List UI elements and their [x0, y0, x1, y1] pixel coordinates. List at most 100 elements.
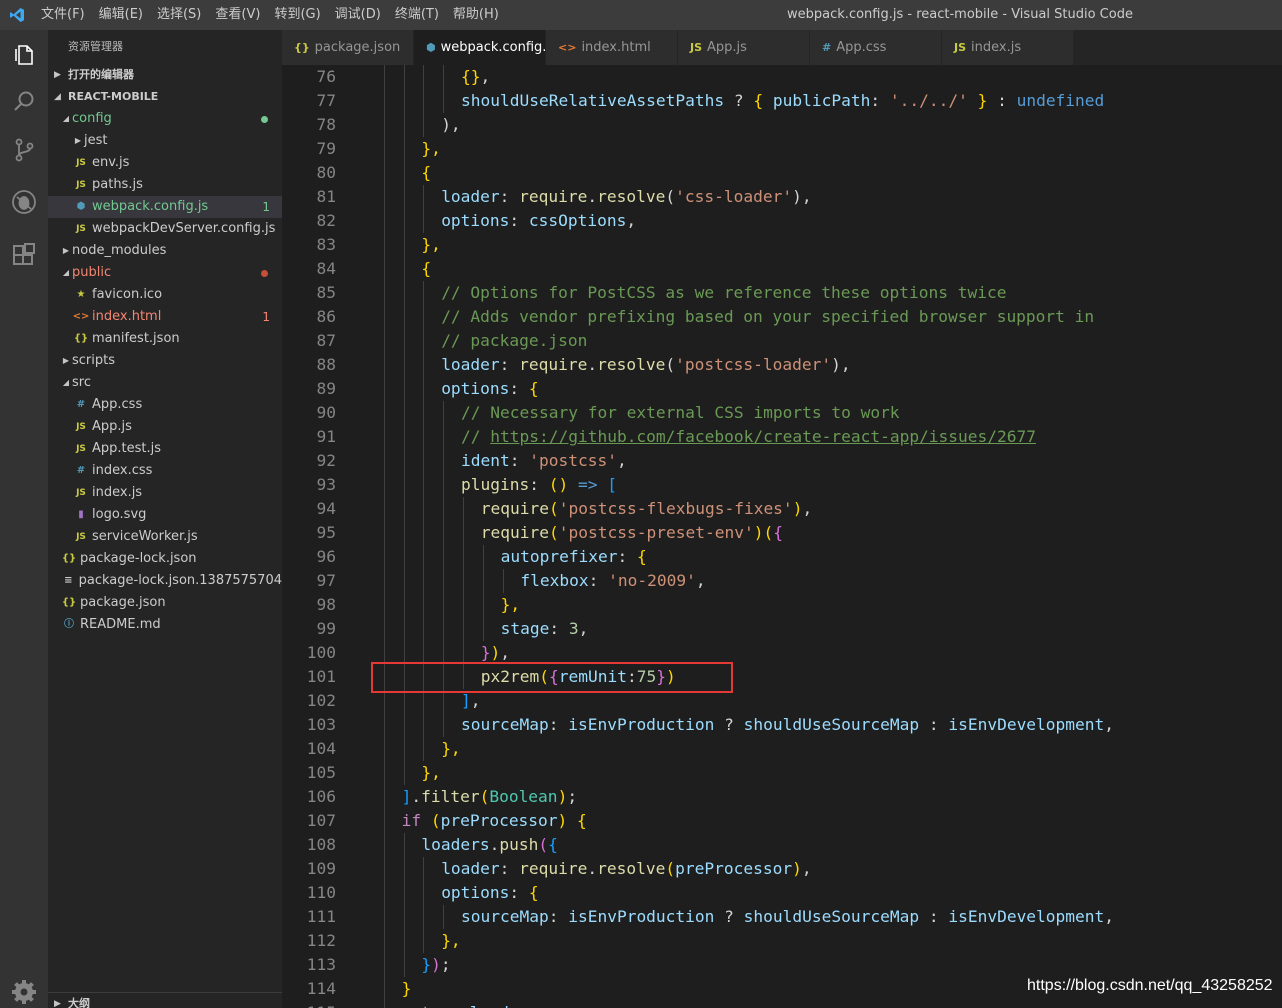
indent-guide	[383, 977, 385, 1001]
menu-item[interactable]: 文件(F)	[34, 0, 92, 30]
indent-guide	[383, 209, 385, 233]
tab-index-html[interactable]: <> index.html	[546, 30, 678, 65]
debug-icon[interactable]	[0, 178, 48, 226]
tree-item[interactable]: ◢ public	[48, 262, 282, 284]
extensions-icon[interactable]	[0, 230, 48, 278]
menu-item[interactable]: 选择(S)	[150, 0, 208, 30]
indent-guide	[423, 473, 425, 497]
indent-guide	[383, 473, 385, 497]
indent-guide	[383, 737, 385, 761]
javascript-file-icon: JS	[76, 488, 86, 498]
code-token: (	[479, 787, 490, 806]
tree-item[interactable]: ⓘ README.md	[48, 614, 282, 636]
code-token: (	[665, 187, 676, 206]
tree-item[interactable]: {} package-lock.json	[48, 548, 282, 570]
code-token: stage	[500, 619, 550, 638]
indent-guide	[403, 497, 405, 521]
line-number: 114	[306, 979, 336, 998]
code-token: push	[499, 835, 539, 854]
tree-item[interactable]: ▶ node_modules	[48, 240, 282, 262]
tree-item[interactable]: JS App.test.js	[48, 438, 282, 460]
indent-guide	[383, 521, 385, 545]
outline-section[interactable]: ▶ 大纲	[48, 992, 282, 1008]
tree-item[interactable]: ★ favicon.ico	[48, 284, 282, 306]
line-number: 96	[316, 547, 337, 566]
tree-item[interactable]: ▶ jest	[48, 130, 282, 152]
menu-item[interactable]: 编辑(E)	[92, 0, 150, 30]
tree-item[interactable]: ▶ scripts	[48, 350, 282, 372]
tree-item[interactable]: ▮ logo.svg	[48, 504, 282, 526]
code-token: loader	[441, 187, 500, 206]
tab-App-css[interactable]: # App.css	[810, 30, 942, 65]
menu-item[interactable]: 转到(G)	[267, 0, 327, 30]
tab-label: App.css	[836, 40, 887, 55]
code-token: :	[588, 571, 609, 590]
tree-item[interactable]: JS App.js	[48, 416, 282, 438]
tree-item[interactable]: JS serviceWorker.js	[48, 526, 282, 548]
code-line: 84 {	[282, 257, 1282, 281]
text-file-icon: ≡	[64, 575, 73, 586]
tree-item[interactable]: JS paths.js	[48, 174, 282, 196]
tree-item[interactable]: {} package.json	[48, 592, 282, 614]
tab-package-json[interactable]: {} package.json	[282, 30, 414, 65]
tree-item[interactable]: JS index.js	[48, 482, 282, 504]
tab-App-js[interactable]: JS App.js	[678, 30, 810, 65]
tree-item[interactable]: ⬢ webpack.config.js 1	[48, 196, 282, 218]
line-number: 78	[316, 115, 337, 134]
tree-item-label: App.css	[92, 397, 143, 412]
menu-item[interactable]: 调试(D)	[328, 0, 388, 30]
open-editors-section[interactable]: ▶ 打开的编辑器	[48, 64, 282, 86]
code-line: 76 {},	[282, 65, 1282, 89]
code-token: {	[421, 163, 432, 182]
code-text: // package.json	[441, 329, 587, 353]
tree-item-label: package-lock.json	[80, 551, 197, 566]
indent-guide	[423, 929, 425, 953]
source-control-icon[interactable]	[0, 126, 48, 174]
search-icon[interactable]	[0, 78, 48, 126]
line-number: 79	[316, 139, 337, 158]
tree-item-label: App.test.js	[92, 441, 162, 456]
tree-item[interactable]: JS env.js	[48, 152, 282, 174]
code-text: },	[421, 761, 441, 785]
code-text: plugins: () => [	[461, 473, 617, 497]
settings-gear-icon[interactable]	[0, 968, 48, 1008]
code-line: 83},	[282, 233, 1282, 257]
line-number: 101	[306, 667, 336, 686]
indent-guide	[482, 569, 484, 593]
tree-item-label: paths.js	[92, 177, 143, 192]
tree-item[interactable]: <> index.html 1	[48, 306, 282, 328]
tab-webpack-config-js[interactable]: ⬢webpack.config.js✕	[414, 30, 575, 65]
tree-item[interactable]: {} manifest.json	[48, 328, 282, 350]
indent-guide	[443, 905, 445, 929]
code-line: 110 options: {	[282, 881, 1282, 905]
line-number: 90	[316, 403, 337, 422]
tree-item[interactable]: # index.css	[48, 460, 282, 482]
indent-guide	[423, 713, 425, 737]
tree-item-label: config	[72, 111, 112, 126]
tab-index-js[interactable]: JS index.js	[942, 30, 1074, 65]
code-token: // Adds vendor prefixing based on your s…	[441, 307, 1095, 326]
code-editor[interactable]: 115return loaders;114}113});112},111sour…	[282, 65, 1282, 1008]
menu-item[interactable]: 帮助(H)	[446, 0, 506, 30]
menu-item[interactable]: 终端(T)	[388, 0, 446, 30]
tree-item[interactable]: ◢ config	[48, 108, 282, 130]
tree-item[interactable]: ◢ src	[48, 372, 282, 394]
code-token: https://github.com/facebook/create-react…	[490, 427, 1037, 446]
explorer-sidebar: 资源管理器 ▶ 打开的编辑器 ◢ REACT-MOBILE ◢ config ▶ je…	[48, 30, 282, 1008]
menu-item[interactable]: 查看(V)	[208, 0, 267, 30]
code-text: // Adds vendor prefixing based on your s…	[441, 305, 1094, 329]
indent-guide	[423, 329, 425, 353]
indent-guide	[403, 113, 405, 137]
explorer-icon[interactable]	[0, 30, 48, 78]
tree-item[interactable]: JS webpackDevServer.config.js	[48, 218, 282, 240]
code-token: )	[557, 787, 568, 806]
indent-guide	[423, 617, 425, 641]
watermark: https://blog.csdn.net/qq_43258252	[1027, 977, 1273, 994]
indent-guide	[423, 857, 425, 881]
tree-item-label: manifest.json	[92, 331, 180, 346]
project-section[interactable]: ◢ REACT-MOBILE	[48, 86, 282, 108]
tree-item[interactable]: ≡ package-lock.json.1387575704	[48, 570, 282, 592]
indent-guide	[403, 713, 405, 737]
tree-item[interactable]: # App.css	[48, 394, 282, 416]
